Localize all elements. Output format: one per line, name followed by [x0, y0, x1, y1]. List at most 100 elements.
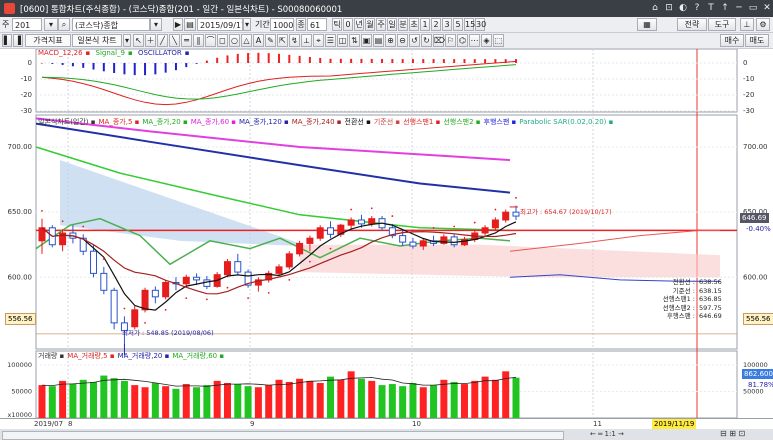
scroll-thumb[interactable]: [2, 431, 564, 440]
up-icon[interactable]: ↑: [718, 2, 732, 15]
volume-bar: [460, 384, 468, 418]
drawing-tool-icon-17[interactable]: ◫: [337, 34, 348, 47]
interval-button-13[interactable]: 30: [475, 18, 486, 31]
drawing-tool-icon-14[interactable]: ⟂: [301, 34, 312, 47]
candle-body: [275, 266, 283, 274]
interval-button-2[interactable]: 년: [354, 18, 364, 31]
drawing-tool-icon-7[interactable]: ◻: [217, 34, 228, 47]
tools-button[interactable]: 도구: [708, 18, 736, 31]
oscillator-bar: [339, 58, 342, 63]
drawing-tool-icon-21[interactable]: ⊕: [385, 34, 396, 47]
drawing-tool-icon-4[interactable]: ═: [181, 34, 192, 47]
palette-icon[interactable]: ▦: [637, 18, 657, 31]
dropdown-icon[interactable]: ▾: [123, 34, 131, 47]
sar-dot: [247, 297, 249, 300]
drawing-tool-icon-2[interactable]: ╱: [157, 34, 168, 47]
interval-button-11[interactable]: 5: [453, 18, 463, 31]
drawing-tool-icon-23[interactable]: ↺: [409, 34, 420, 47]
drawing-tool-icon-12[interactable]: ⇱: [277, 34, 288, 47]
panel-toggle-icon[interactable]: ▌: [2, 34, 12, 47]
drawing-tool-icon-18[interactable]: ⇅: [349, 34, 360, 47]
chart-area[interactable]: 00-10-10-20-20-30-30700.00700.00650.0065…: [0, 48, 773, 440]
drawing-tool-icon-16[interactable]: ☰: [325, 34, 336, 47]
drawing-tool-icon-6[interactable]: ⌒: [205, 34, 216, 47]
count-input[interactable]: 61: [307, 18, 327, 31]
interval-button-5[interactable]: 일: [387, 18, 397, 31]
prev-arrow-icon[interactable]: ▶: [173, 18, 183, 31]
drawing-tool-icon-29[interactable]: ◈: [481, 34, 492, 47]
close-icon[interactable]: ✕: [760, 2, 773, 15]
candle-body: [141, 289, 149, 311]
market-label[interactable]: 주: [2, 19, 9, 30]
drawing-tool-icon-24[interactable]: ↻: [421, 34, 432, 47]
nav-controls[interactable]: ← ═ 1:1 →: [590, 430, 624, 438]
candle-body: [285, 253, 293, 268]
volume-legend-item-0: 거래량 ▪: [38, 352, 65, 360]
sell-button[interactable]: 매도: [745, 34, 769, 47]
dropdown-icon[interactable]: ▾: [150, 18, 162, 31]
drawing-tool-icon-3[interactable]: ╲: [169, 34, 180, 47]
calendar-icon[interactable]: ▤: [184, 18, 196, 31]
interval-button-0[interactable]: 틱: [332, 18, 342, 31]
help-icon[interactable]: ?: [690, 2, 704, 15]
zoom-icons[interactable]: ⊟ ⊞ ⊡: [720, 429, 745, 438]
drawing-tool-icon-20[interactable]: ▤: [373, 34, 384, 47]
interval-button-1[interactable]: 0: [343, 18, 353, 31]
dropdown-icon[interactable]: ▾: [243, 18, 251, 31]
drawing-tool-icon-11[interactable]: ✎: [265, 34, 276, 47]
strategy-button[interactable]: 전략: [677, 18, 707, 31]
scroll-bar[interactable]: ← ═ 1:1 → ⊟ ⊞ ⊡: [0, 429, 773, 440]
drawing-tool-icon-15[interactable]: ⌖: [313, 34, 324, 47]
indicator-button[interactable]: 가격지표: [25, 34, 71, 47]
home-icon[interactable]: ⌂: [648, 2, 662, 15]
tile-icon[interactable]: ⊡: [662, 2, 676, 15]
search-icon[interactable]: ⌕: [58, 18, 70, 31]
drawing-tool-icon-1[interactable]: ＋: [145, 34, 156, 47]
drawing-tool-icon-9[interactable]: △: [241, 34, 252, 47]
price-legend-item-10: 후행스팬 ▪: [483, 118, 517, 126]
settings-icon[interactable]: ⚙: [756, 18, 770, 31]
drawing-tool-icon-13[interactable]: ↯: [289, 34, 300, 47]
candle-body: [316, 227, 324, 239]
maximize-icon[interactable]: ▭: [746, 2, 760, 15]
code-input[interactable]: 201: [12, 18, 42, 31]
drawing-tool-icon-30[interactable]: ⬚: [493, 34, 504, 47]
minimize-icon[interactable]: ─: [732, 2, 746, 15]
dropdown-icon[interactable]: ▾: [44, 18, 58, 31]
interval-button-10[interactable]: 3: [442, 18, 452, 31]
theme-icon[interactable]: ◐: [676, 2, 690, 15]
drawing-tool-icon-28[interactable]: ⋯: [469, 34, 480, 47]
buy-button[interactable]: 매수: [720, 34, 744, 47]
period-input[interactable]: 1000: [270, 18, 294, 31]
count-prefix[interactable]: 종: [296, 18, 306, 31]
interval-button-12[interactable]: 15: [464, 18, 475, 31]
interval-button-9[interactable]: 2: [431, 18, 441, 31]
drawing-tool-icon-25[interactable]: ⌦: [433, 34, 445, 47]
drawing-tool-icon-22[interactable]: ⊖: [397, 34, 408, 47]
interval-button-7[interactable]: 초: [409, 18, 419, 31]
text-icon[interactable]: T: [704, 2, 718, 15]
sar-dot: [350, 208, 353, 211]
drawing-tool-icon-0[interactable]: ↖: [133, 34, 144, 47]
drawing-tool-icon-5[interactable]: ∥: [193, 34, 204, 47]
chart-type-button[interactable]: 일본식 차트: [72, 34, 122, 47]
oscillator-bar: [133, 63, 136, 76]
pin-icon[interactable]: ⊥: [740, 18, 754, 31]
interval-button-3[interactable]: 월: [365, 18, 375, 31]
date-input[interactable]: 2015/09/17: [197, 18, 243, 31]
drawing-tool-icon-19[interactable]: ▣: [361, 34, 372, 47]
oscillator-bar: [257, 52, 260, 63]
sar-dot: [494, 208, 497, 211]
panel-icon[interactable]: ▐: [13, 34, 23, 47]
chart-svg[interactable]: 00-10-10-20-20-30-30700.00700.00650.0065…: [0, 48, 773, 440]
interval-button-6[interactable]: 분: [398, 18, 408, 31]
drawing-tool-icon-10[interactable]: A: [253, 34, 264, 47]
name-field[interactable]: (코스닥)종합: [72, 18, 150, 31]
interval-button-8[interactable]: 1: [420, 18, 430, 31]
interval-button-4[interactable]: 주: [376, 18, 386, 31]
drawing-tool-icon-27[interactable]: ⌬: [457, 34, 468, 47]
x-axis: 2019/07 8 9 10 11 2019/11/19 ← ═ 1:1 → ⊟…: [0, 418, 773, 441]
drawing-tool-icon-26[interactable]: ⚐: [445, 34, 456, 47]
drawing-tool-icon-8[interactable]: ○: [229, 34, 240, 47]
volume-ytick-left: 100000: [7, 361, 32, 369]
